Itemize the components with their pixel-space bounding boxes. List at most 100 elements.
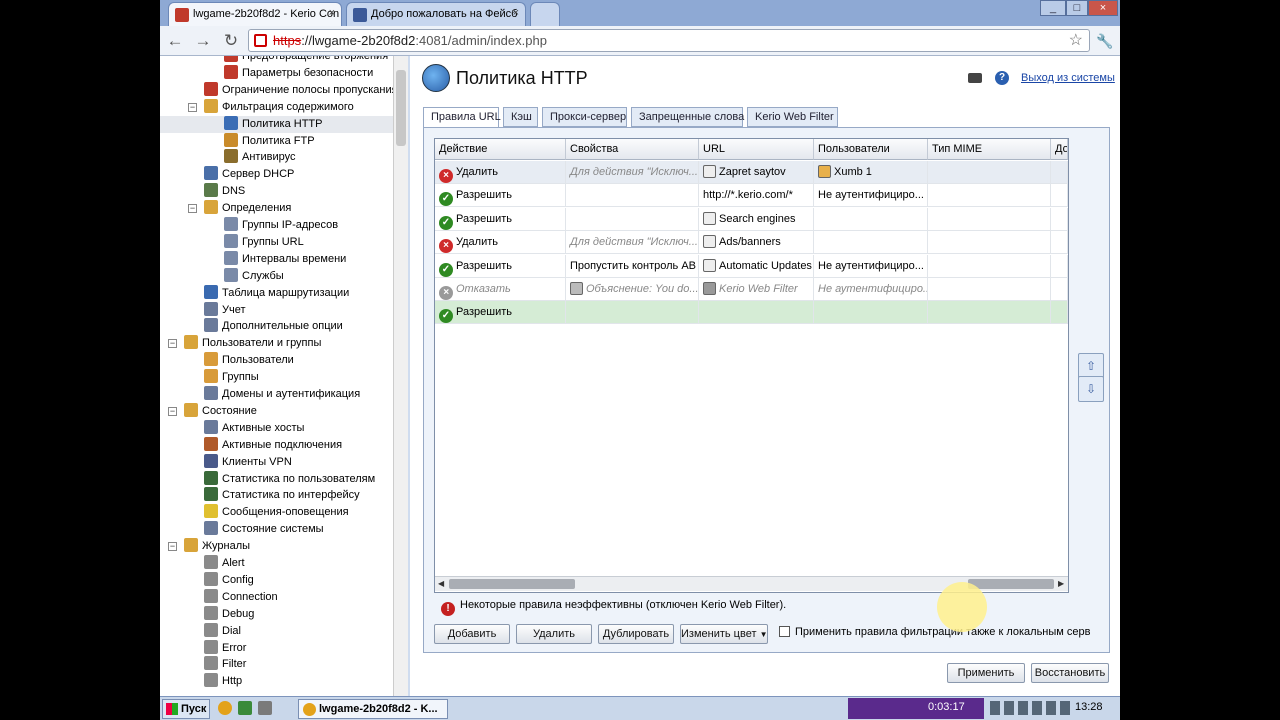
table-row[interactable]: × Отказать Объяснение: You do... Kerio Web … <box>435 278 1068 301</box>
sidebar-item[interactable]: Connection <box>204 588 278 606</box>
add-button[interactable]: Добавить <box>434 624 510 644</box>
sidebar-item[interactable]: Config <box>204 571 254 589</box>
forward-icon[interactable]: → <box>192 30 214 52</box>
scroll-right-icon[interactable]: ▶ <box>1058 579 1064 588</box>
apply-button[interactable]: Применить <box>947 663 1025 683</box>
minimize-button[interactable]: _ <box>1040 0 1066 16</box>
sidebar-item[interactable]: Службы <box>224 267 284 285</box>
scrollbar-thumb[interactable] <box>396 70 406 146</box>
logout-link[interactable]: Выход из системы <box>1021 72 1115 84</box>
sidebar-item[interactable]: Домены и аутентификация <box>204 386 360 403</box>
table-row[interactable]: ✓ Разрешить <box>435 301 1068 325</box>
tree-toggle[interactable]: − <box>168 406 177 416</box>
table-row[interactable]: × Удалить Для действия "Исключ... Zapret sa… <box>435 161 1068 184</box>
tray-icons[interactable] <box>990 701 1070 715</box>
sidebar-item[interactable]: Активные подключения <box>204 436 342 454</box>
browser-tab-facebook[interactable]: Добро пожаловать на Фейсб × <box>346 2 526 26</box>
sidebar-item[interactable]: Debug <box>204 605 254 623</box>
sidebar-item[interactable]: Сообщения-оповещения <box>204 504 349 521</box>
sidebar-item[interactable]: Антивирус <box>224 149 295 166</box>
insecure-lock-icon[interactable] <box>254 34 267 47</box>
sidebar-scrollbar[interactable] <box>393 56 408 696</box>
sidebar-item[interactable]: Клиенты VPN <box>204 453 292 471</box>
column-header-mime[interactable]: Тип MIME <box>928 139 1051 160</box>
address-bar[interactable]: https://lwgame-2b20f8d2:4081/admin/index… <box>248 29 1090 52</box>
browser-tab-kerio[interactable]: lwgame-2b20f8d2 - Kerio Con × <box>168 2 342 26</box>
column-header-action[interactable]: Действие <box>435 139 566 160</box>
tab-forbidden-words[interactable]: Запрещенные слова <box>631 107 744 127</box>
tree-toggle[interactable]: − <box>168 542 177 552</box>
chrome-quicklaunch-icon[interactable] <box>218 701 232 715</box>
sidebar-item[interactable]: Filter <box>204 656 246 673</box>
new-tab-button[interactable] <box>530 2 560 26</box>
table-row[interactable]: ✓ Разрешить Пропустить контроль АВ Automati… <box>435 254 1068 278</box>
sidebar-item[interactable]: Статистика по пользователям <box>204 470 375 488</box>
change-color-button[interactable]: Изменить цвет ▼ <box>680 624 768 644</box>
tree-toggle[interactable]: − <box>168 339 177 349</box>
delete-button[interactable]: Удалить <box>516 624 592 644</box>
column-header-properties[interactable]: Свойства <box>566 139 699 160</box>
scrollbar-thumb[interactable] <box>449 579 575 589</box>
duplicate-button[interactable]: Дублировать <box>598 624 674 644</box>
sidebar-item[interactable]: Сервер DHCP <box>204 166 294 183</box>
start-button[interactable]: Пуск <box>162 699 210 719</box>
tab-proxy-server[interactable]: Прокси-сервер <box>542 107 627 127</box>
sidebar-item[interactable]: Политика FTP <box>224 132 315 150</box>
tab-cache[interactable]: Кэш <box>503 107 538 127</box>
quicklaunch-icon[interactable] <box>258 701 272 715</box>
sidebar-item[interactable]: Error <box>204 639 246 657</box>
sidebar-item[interactable]: Определения <box>204 200 291 217</box>
local-servers-checkbox[interactable] <box>779 626 790 637</box>
sidebar-item[interactable]: Пользователи <box>204 352 294 369</box>
sidebar-item[interactable]: Alert <box>204 555 245 572</box>
taskbar-item-browser[interactable]: lwgame-2b20f8d2 - K... <box>298 699 448 719</box>
tab-url-rules[interactable]: Правила URL <box>423 107 501 128</box>
sidebar-item[interactable]: Активные хосты <box>204 419 304 437</box>
restore-button[interactable]: Восстановить <box>1031 663 1109 683</box>
tree-toggle[interactable]: − <box>188 204 197 214</box>
column-header-url[interactable]: URL <box>699 139 814 160</box>
sidebar-item[interactable]: Группы IP-адресов <box>224 217 338 234</box>
table-row[interactable]: ✓ Разрешить http://*.kerio.com/* Не аутенти… <box>435 184 1068 208</box>
close-window-button[interactable]: × <box>1088 0 1118 16</box>
sidebar-item[interactable]: Таблица маршрутизации <box>204 284 349 302</box>
sidebar-item[interactable]: Параметры безопасности <box>224 64 373 82</box>
printer-icon[interactable] <box>968 73 982 83</box>
reload-icon[interactable]: ↻ <box>220 30 242 52</box>
scroll-left-icon[interactable]: ◀ <box>438 579 444 588</box>
sidebar-item[interactable]: Группы <box>204 369 259 386</box>
help-icon[interactable]: ? <box>995 71 1009 85</box>
column-header-users[interactable]: Пользователи <box>814 139 928 160</box>
quicklaunch-icon[interactable] <box>238 701 252 715</box>
sidebar-item[interactable]: Статистика по интерфейсу <box>204 487 360 504</box>
sidebar-item[interactable]: Фильтрация содержимого <box>204 98 354 116</box>
sidebar-item[interactable]: Состояние системы <box>204 521 324 538</box>
tab-kerio-web-filter[interactable]: Kerio Web Filter <box>747 107 838 127</box>
sidebar-item[interactable]: Интервалы времени <box>224 250 346 268</box>
wrench-icon[interactable]: 🔧 <box>1094 30 1116 52</box>
back-icon[interactable]: ← <box>164 30 186 52</box>
sidebar-item[interactable]: Журналы <box>184 538 250 555</box>
local-servers-option[interactable]: Применить правила фильтрации также к лок… <box>779 626 1090 638</box>
sidebar-item[interactable]: Состояние <box>184 402 257 420</box>
close-tab-icon[interactable]: × <box>329 7 335 19</box>
sidebar-item[interactable]: Dial <box>204 622 241 640</box>
star-icon[interactable]: ☆ <box>1069 30 1083 51</box>
sidebar-item[interactable]: Учет <box>204 301 246 319</box>
sidebar-item[interactable]: Пользователи и группы <box>184 335 321 352</box>
sidebar-item[interactable]: Предотвращение вторжения <box>224 56 388 65</box>
sidebar-item[interactable]: Ограничение полосы пропускания <box>204 81 398 99</box>
sidebar-item[interactable]: Группы URL <box>224 233 304 251</box>
sidebar-item[interactable]: Политика HTTP <box>160 115 393 133</box>
sidebar-item[interactable]: Дополнительные опции <box>204 318 343 335</box>
close-tab-icon[interactable]: × <box>513 7 519 19</box>
sidebar-item[interactable]: Http <box>204 673 242 690</box>
column-header-more[interactable]: До <box>1051 139 1068 160</box>
maximize-button[interactable]: □ <box>1066 0 1088 16</box>
tree-toggle[interactable]: − <box>188 102 197 112</box>
sidebar-item[interactable]: DNS <box>204 183 245 200</box>
table-row[interactable]: ✓ Разрешить Search engines <box>435 207 1068 231</box>
move-down-button[interactable]: ⇩ <box>1078 376 1104 402</box>
table-row[interactable]: × Удалить Для действия "Исключ... Ads/banne… <box>435 231 1068 255</box>
scrollbar-thumb[interactable] <box>968 579 1054 589</box>
